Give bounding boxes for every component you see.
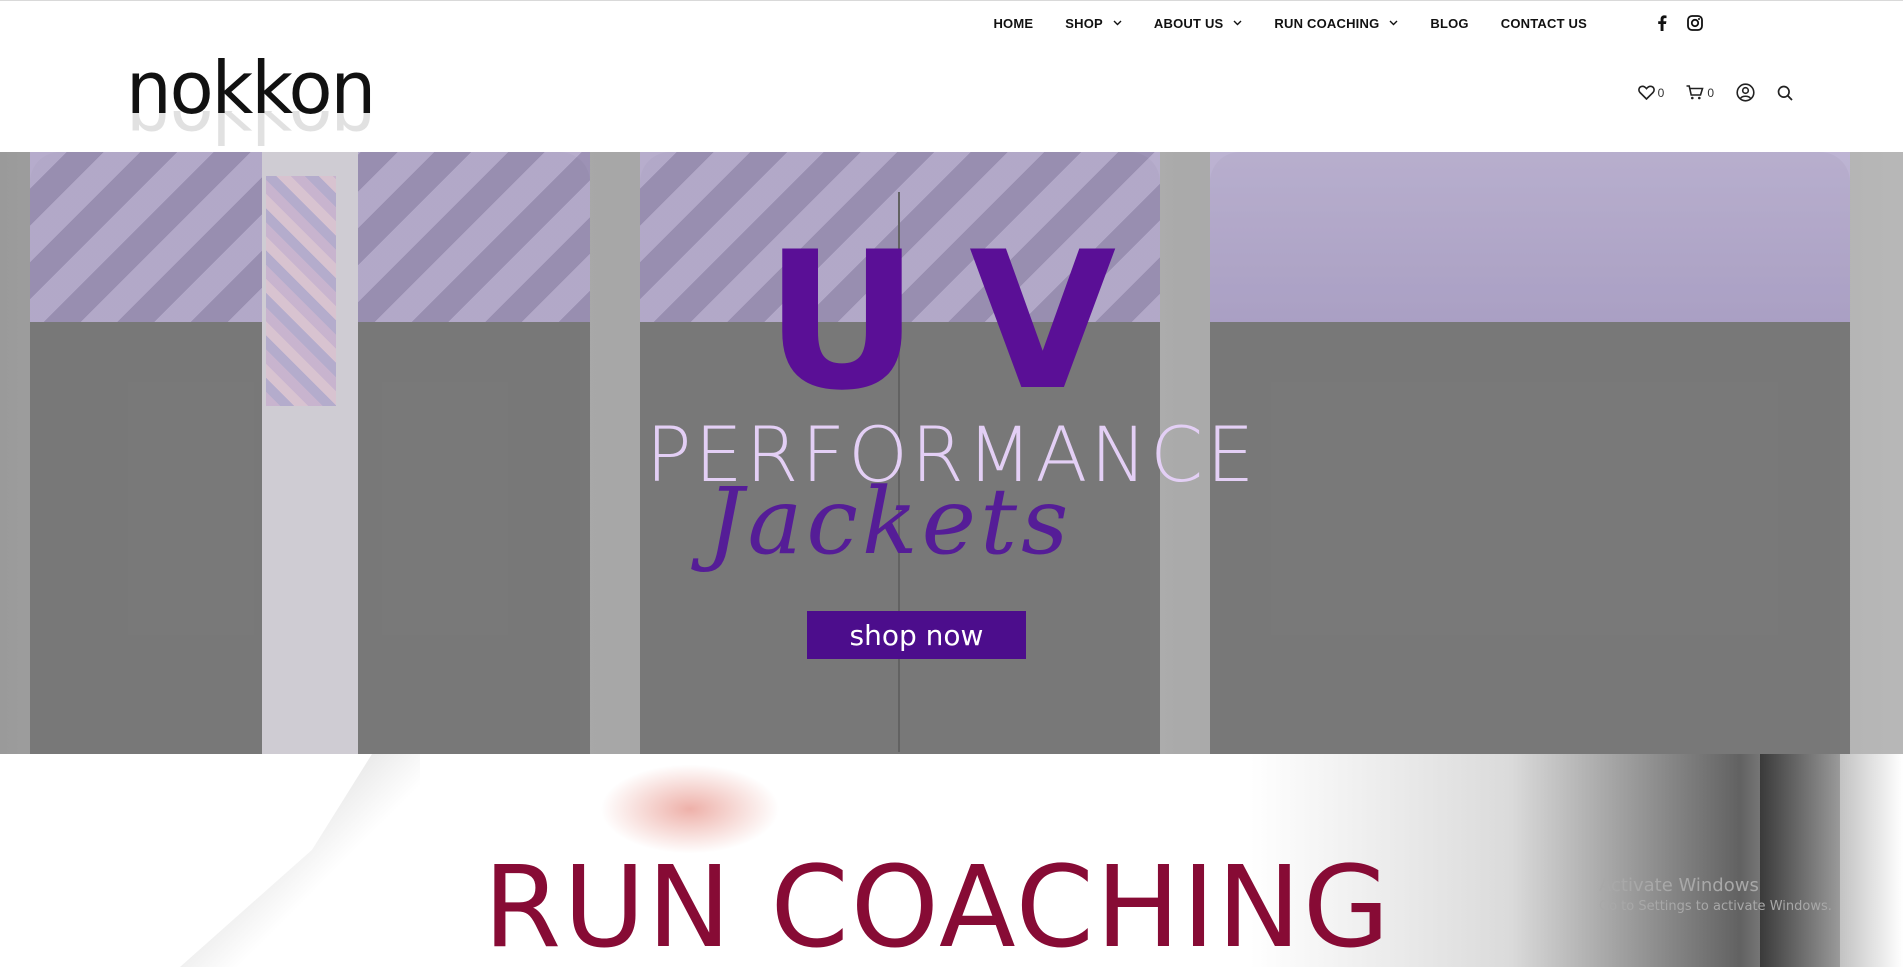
chevron-down-icon	[1389, 20, 1398, 26]
instagram-icon[interactable]	[1687, 15, 1703, 31]
site-logo[interactable]: nokkon nokkon	[126, 52, 416, 151]
motion-blur-accent	[600, 764, 780, 854]
cart-count: 0	[1707, 85, 1714, 100]
facebook-icon[interactable]	[1657, 15, 1667, 31]
page: nokkon nokkon HOME SHOP ABOUT US RUN COA…	[0, 0, 1903, 967]
search-icon	[1777, 85, 1793, 101]
run-coaching-section: RUN COACHING	[0, 754, 1903, 967]
nav-run-coaching[interactable]: RUN COACHING	[1274, 16, 1398, 31]
logo-reflection: nokkon	[126, 111, 374, 151]
main-nav: HOME SHOP ABOUT US RUN COACHING BLOG CON…	[961, 15, 1703, 31]
run-coaching-title-text: RUN COACHING	[483, 843, 1392, 967]
nav-contact-us[interactable]: CONTACT US	[1501, 16, 1587, 31]
user-icon	[1736, 83, 1755, 102]
nav-about-us[interactable]: ABOUT US	[1154, 16, 1243, 31]
hero-title-uv: UV	[764, 211, 1167, 432]
header-utility: 0 0	[1616, 83, 1793, 102]
wishlist-count: 0	[1657, 85, 1665, 100]
nav-blog[interactable]: BLOG	[1430, 16, 1468, 31]
nav-shop[interactable]: SHOP	[1065, 16, 1122, 31]
heart-icon	[1637, 85, 1655, 100]
site-header: nokkon nokkon HOME SHOP ABOUT US RUN COA…	[0, 0, 1903, 152]
social-links	[1637, 15, 1703, 31]
watermark-line-2: Go to Settings to activate Windows.	[1599, 899, 1832, 914]
nav-about-label: ABOUT US	[1153, 15, 1224, 31]
nav-home-label: HOME	[993, 15, 1034, 31]
search-button[interactable]	[1777, 85, 1793, 101]
watermark-line-1: Activate Windows	[1599, 875, 1759, 896]
nav-run-coaching-label: RUN COACHING	[1274, 15, 1380, 31]
cart-button[interactable]: 0	[1686, 85, 1714, 100]
hero-banner: UV PERFORMANCE Jackets shop now	[0, 152, 1903, 754]
account-button[interactable]	[1736, 83, 1755, 102]
shop-now-button[interactable]: shop now	[807, 611, 1026, 659]
chevron-down-icon	[1233, 20, 1242, 26]
hero-title-jackets: Jackets	[706, 468, 1073, 575]
cart-icon	[1686, 85, 1704, 100]
windows-activation-watermark: Activate Windows Go to Settings to activ…	[1599, 875, 1832, 917]
nav-blog-label: BLOG	[1430, 15, 1469, 31]
wishlist-button[interactable]: 0	[1637, 85, 1665, 100]
chevron-down-icon	[1113, 20, 1122, 26]
nav-shop-label: SHOP	[1065, 15, 1103, 31]
nav-contact-label: CONTACT US	[1500, 15, 1587, 31]
nav-home[interactable]: HOME	[993, 16, 1033, 31]
